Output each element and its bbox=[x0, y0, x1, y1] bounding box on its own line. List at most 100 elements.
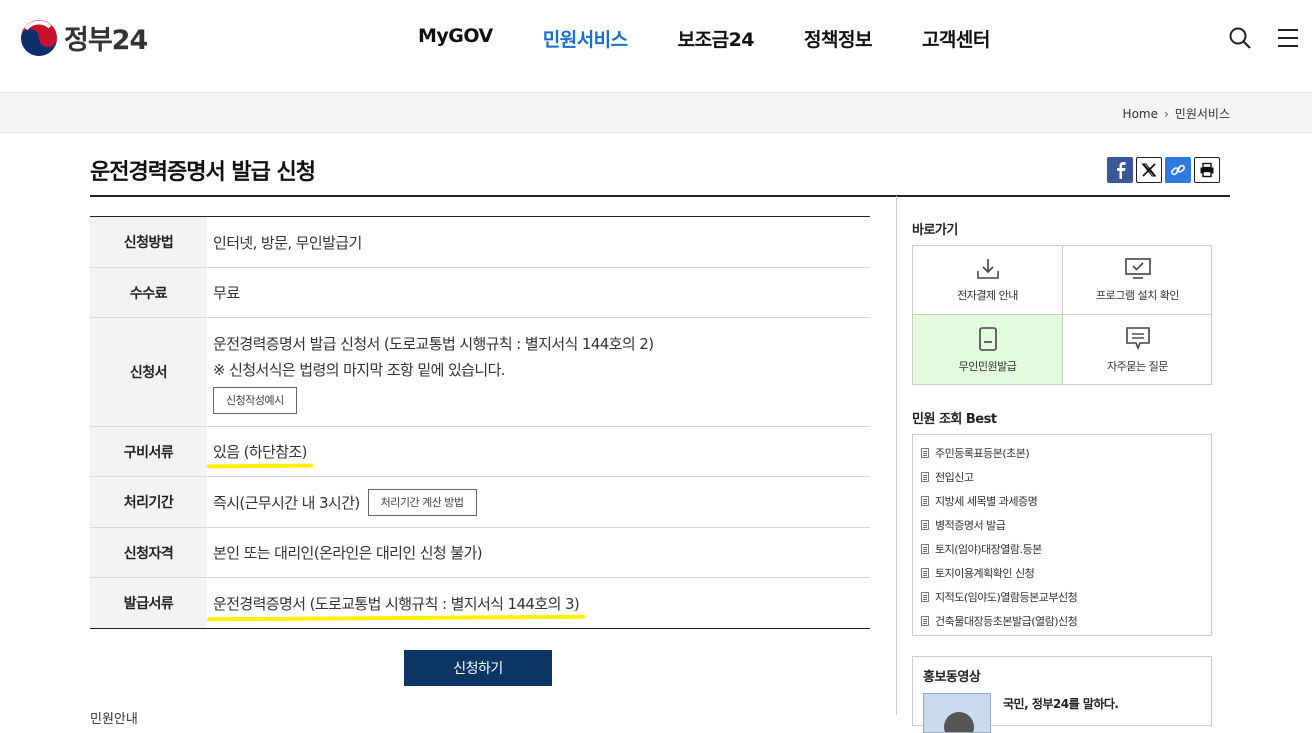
best-item-label: 건축물대장등초본발급(열람)신청 bbox=[935, 615, 1078, 628]
apply-button[interactable]: 신청하기 bbox=[404, 650, 552, 686]
docs-value-highlighted: 있음 (하단참조) bbox=[213, 443, 307, 461]
x-twitter-icon[interactable] bbox=[1136, 157, 1162, 183]
row-label-fee: 수수료 bbox=[90, 268, 207, 317]
global-header: 정부24 MyGOV 민원서비스 보조금24 정책정보 고객센터 bbox=[0, 0, 1312, 92]
quick-link-program-check[interactable]: 프로그램 설치 확인 bbox=[1063, 246, 1212, 315]
breadcrumb-bar: Home › 민원서비스 bbox=[0, 92, 1312, 133]
nav-policy-info[interactable]: 정책정보 bbox=[804, 25, 872, 52]
promo-video-box: 홍보동영상 국민, 정부24를 말하다. bbox=[912, 656, 1212, 733]
breadcrumb: Home › 민원서비스 bbox=[1123, 105, 1230, 122]
list-item[interactable]: 지방세 세목별 과세증명 bbox=[913, 489, 1211, 513]
row-value-docs: 있음 (하단참조) bbox=[207, 427, 870, 476]
nav-mygov[interactable]: MyGOV bbox=[418, 25, 493, 52]
document-icon bbox=[921, 448, 929, 458]
table-row: 발급서류 운전경력증명서 (도로교통법 시행규칙 : 별지서식 144호의 3) bbox=[90, 578, 870, 628]
document-icon bbox=[921, 496, 929, 506]
best-list: 주민등록표등본(초본) 전입신고 지방세 세목별 과세증명 병적증명서 발급 토… bbox=[912, 434, 1212, 636]
nav-customer-center[interactable]: 고객센터 bbox=[922, 25, 990, 52]
main-nav: MyGOV 민원서비스 보조금24 정책정보 고객센터 bbox=[418, 25, 1040, 52]
video-thumbnail[interactable] bbox=[923, 693, 991, 733]
chat-icon bbox=[1125, 326, 1150, 350]
section-heading-cutoff: 민원안내 bbox=[90, 712, 138, 727]
period-calc-button[interactable]: 처리기간 계산 방법 bbox=[367, 488, 477, 516]
best-item-label: 지방세 세목별 과세증명 bbox=[935, 495, 1038, 508]
table-row: 처리기간 즉시(근무시간 내 3시간) 처리기간 계산 방법 bbox=[90, 477, 870, 528]
link-copy-icon[interactable] bbox=[1165, 157, 1191, 183]
document-icon bbox=[921, 472, 929, 482]
row-label-docs: 구비서류 bbox=[90, 427, 207, 476]
nav-civil-service[interactable]: 민원서비스 bbox=[543, 25, 628, 52]
facebook-icon[interactable] bbox=[1107, 157, 1133, 183]
service-info-table: 신청방법 인터넷, 방문, 무인발급기 수수료 무료 신청서 운전경력증명서 발… bbox=[90, 216, 870, 629]
best-item-label: 토지이용계획확인 신청 bbox=[935, 567, 1035, 580]
row-value-period: 즉시(근무시간 내 3시간) 처리기간 계산 방법 bbox=[207, 477, 870, 527]
quick-link-label: 프로그램 설치 확인 bbox=[1096, 289, 1179, 302]
document-icon bbox=[921, 616, 929, 626]
list-item[interactable]: 지적도(임야도)열람등본교부신청 bbox=[913, 585, 1211, 609]
row-value-form: 운전경력증명서 발급 신청서 (도로교통법 시행규칙 : 별지서식 144호의 … bbox=[207, 318, 870, 426]
form-example-button[interactable]: 신청작성예시 bbox=[213, 386, 297, 414]
row-value-eligibility: 본인 또는 대리인(온라인은 대리인 신청 불가) bbox=[213, 544, 483, 562]
sidebar-divider bbox=[896, 196, 897, 715]
promo-title: 홍보동영상 bbox=[923, 670, 981, 685]
quick-link-faq[interactable]: 자주묻는 질문 bbox=[1063, 315, 1212, 384]
monitor-check-icon bbox=[1124, 258, 1151, 279]
row-label-method: 신청방법 bbox=[90, 217, 207, 267]
quick-link-payment[interactable]: 전자결제 안내 bbox=[913, 246, 1063, 315]
document-icon bbox=[921, 544, 929, 554]
print-icon[interactable] bbox=[1194, 157, 1220, 183]
share-toolbar bbox=[1107, 157, 1223, 183]
document-icon bbox=[921, 568, 929, 578]
logo-text: 정부24 bbox=[64, 25, 148, 56]
promo-video-caption[interactable]: 국민, 정부24를 말하다. bbox=[1003, 695, 1119, 712]
row-label-period: 처리기간 bbox=[90, 477, 207, 527]
table-row: 신청방법 인터넷, 방문, 무인발급기 bbox=[90, 217, 870, 268]
best-item-label: 토지(임야)대장열람.등본 bbox=[935, 543, 1042, 556]
hamburger-menu-icon[interactable] bbox=[1276, 26, 1300, 50]
quick-link-label: 자주묻는 질문 bbox=[1107, 359, 1168, 373]
search-icon[interactable] bbox=[1228, 26, 1252, 50]
row-value-method: 인터넷, 방문, 무인발급기 bbox=[213, 233, 362, 252]
list-item[interactable]: 전입신고 bbox=[913, 465, 1211, 489]
row-value-fee: 무료 bbox=[213, 284, 240, 302]
breadcrumb-home[interactable]: Home bbox=[1123, 107, 1158, 121]
best-title: 민원 조회 Best bbox=[912, 412, 997, 427]
best-item-label: 지적도(임야도)열람등본교부신청 bbox=[935, 591, 1078, 604]
kiosk-icon bbox=[978, 326, 997, 351]
document-icon bbox=[921, 520, 929, 530]
row-label-form: 신청서 bbox=[90, 318, 207, 426]
quick-links-title: 바로가기 bbox=[912, 223, 958, 238]
list-item[interactable]: 건축물대장등초본발급(열람)신청 bbox=[913, 609, 1211, 633]
logo[interactable]: 정부24 bbox=[20, 18, 148, 57]
list-item[interactable]: 토지(임야)대장열람.등본 bbox=[913, 537, 1211, 561]
table-row: 신청자격 본인 또는 대리인(온라인은 대리인 신청 불가) bbox=[90, 528, 870, 578]
download-icon bbox=[976, 259, 999, 279]
form-line-2: ※ 신청서식은 법령의 마지막 조항 밑에 있습니다. bbox=[213, 360, 506, 379]
table-row: 구비서류 있음 (하단참조) bbox=[90, 427, 870, 477]
list-item[interactable]: 병적증명서 발급 bbox=[913, 513, 1211, 537]
title-divider bbox=[90, 195, 1230, 197]
list-item[interactable]: 주민등록표등본(초본) bbox=[913, 441, 1211, 465]
list-item[interactable]: 토지이용계획확인 신청 bbox=[913, 561, 1211, 585]
nav-subsidy24[interactable]: 보조금24 bbox=[678, 25, 755, 52]
page-title: 운전경력증명서 발급 신청 bbox=[90, 160, 316, 185]
breadcrumb-current[interactable]: 민원서비스 bbox=[1175, 105, 1230, 122]
best-item-label: 병적증명서 발급 bbox=[935, 519, 1006, 532]
form-line-1: 운전경력증명서 발급 신청서 (도로교통법 시행규칙 : 별지서식 144호의 … bbox=[213, 334, 654, 353]
row-value-issued: 운전경력증명서 (도로교통법 시행규칙 : 별지서식 144호의 3) bbox=[207, 578, 870, 628]
period-value: 즉시(근무시간 내 3시간) bbox=[213, 493, 360, 512]
quick-link-label: 전자결제 안내 bbox=[957, 289, 1018, 302]
table-row: 수수료 무료 bbox=[90, 268, 870, 318]
quick-link-label: 무인민원발급 bbox=[958, 359, 1017, 373]
issued-value-highlighted: 운전경력증명서 (도로교통법 시행규칙 : 별지서식 144호의 3) bbox=[213, 594, 580, 613]
chevron-right-icon: › bbox=[1163, 106, 1169, 121]
taegeuk-logo-icon bbox=[20, 18, 58, 57]
best-item-label: 주민등록표등본(초본) bbox=[935, 447, 1030, 460]
row-label-issued: 발급서류 bbox=[90, 578, 207, 628]
quick-links-grid: 전자결제 안내 프로그램 설치 확인 무인민원발급 자주묻는 질문 bbox=[912, 245, 1212, 385]
document-icon bbox=[921, 592, 929, 602]
quick-link-kiosk[interactable]: 무인민원발급 bbox=[913, 315, 1063, 384]
row-label-eligibility: 신청자격 bbox=[90, 528, 207, 577]
table-row: 신청서 운전경력증명서 발급 신청서 (도로교통법 시행규칙 : 별지서식 14… bbox=[90, 318, 870, 427]
best-item-label: 전입신고 bbox=[935, 471, 974, 484]
